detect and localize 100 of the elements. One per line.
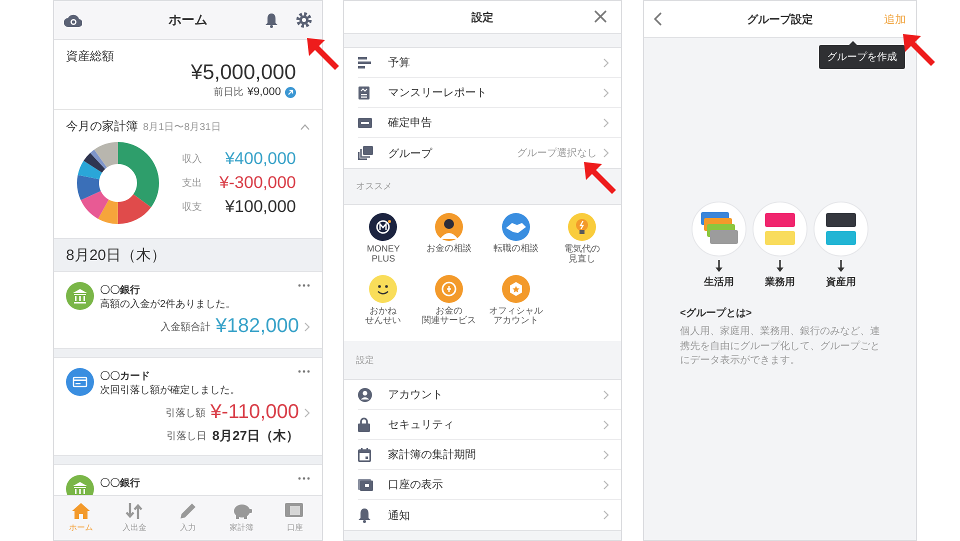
coin-icon (435, 275, 464, 303)
arrow-down-icon (776, 260, 784, 272)
about-text: 個人用、家庭用、業務用、銀行のみなど、連携先を自由にグループ化して、グループごとにデータ表示ができます。 (680, 325, 880, 368)
date-label: 引落し日 (166, 430, 206, 443)
menu-item[interactable]: アカウント (358, 380, 621, 410)
period-label: 8月1日〜8月31日 (143, 121, 221, 134)
shortcut-item[interactable]: オフィシャル アカウント (482, 275, 549, 335)
document-icon (358, 86, 370, 100)
person-icon (435, 213, 464, 241)
bell-icon (358, 508, 371, 522)
card-stack-drawing (752, 201, 808, 257)
more-icon[interactable] (298, 477, 310, 480)
back-icon[interactable] (654, 12, 662, 26)
debit-date: 8月27日（木） (212, 427, 299, 445)
smiley-icon (369, 275, 398, 303)
chevron-right-icon (603, 450, 609, 460)
notification-card[interactable]: 〇〇銀行 (54, 464, 322, 495)
bank-icon (66, 282, 94, 310)
amount-label: 入金額合計 (160, 320, 211, 334)
date-heading: 8月20日（木） (66, 246, 166, 264)
chevron-right-icon (603, 118, 609, 128)
notification-card[interactable]: 〇〇カード 次回引落し額が確定しました。 引落し額 ¥-110,000 引落し日 8月27日（木） (54, 357, 322, 456)
logo-icon (369, 213, 398, 241)
shortcut-item[interactable]: 電気代の 見直し (548, 213, 615, 273)
bell-icon[interactable] (265, 12, 278, 28)
notification-message: 高額の入金が2件ありました。 (100, 298, 237, 311)
shortcut-item[interactable]: おかね せんせい (350, 275, 416, 335)
shortcut-item[interactable]: お金の相談 (416, 213, 482, 273)
group-label: 業務用 (765, 276, 795, 289)
wallet-icon (358, 478, 373, 490)
card-stack-drawing (691, 201, 747, 257)
pencil-icon (180, 503, 196, 519)
menu-item[interactable]: グループ グループ選択なし (358, 138, 621, 168)
arrow-icon (582, 160, 618, 196)
notification-message: 次回引落し額が確定しました。 (100, 384, 241, 397)
handshake-icon (502, 213, 530, 241)
arrow-up-right-icon (285, 86, 296, 98)
account-name: 〇〇銀行 (100, 476, 141, 490)
home-icon (72, 503, 90, 519)
shortcut-item[interactable]: お金の 関連サービス (416, 275, 482, 335)
about-title: <グループとは> (680, 308, 752, 319)
chevron-right-icon (603, 420, 609, 430)
budget-label: 収入 (182, 152, 202, 166)
change-amount: ¥9,000 (247, 86, 281, 98)
screen-title: グループ設定 (747, 12, 813, 26)
screen-title: 設定 (472, 10, 494, 24)
notification-amount: ¥182,000 (216, 315, 299, 338)
menu-item[interactable]: 確定申告 (358, 108, 621, 138)
account-name: 〇〇カード (100, 370, 151, 383)
budget-label: 支出 (182, 176, 202, 190)
chevron-up-icon[interactable] (300, 124, 310, 130)
card-stack-drawing (813, 201, 869, 257)
swap-arrows-icon (125, 503, 144, 519)
cloud-icon (64, 14, 82, 26)
arrow-down-icon (837, 260, 845, 272)
budget-amount: ¥400,000 (225, 149, 296, 169)
menu-item[interactable]: マンスリーレポート (358, 78, 621, 108)
lock-icon (358, 417, 370, 432)
section-title: オススメ (356, 180, 392, 193)
chevron-right-icon (603, 510, 609, 520)
more-icon[interactable] (298, 284, 310, 287)
amount-label: 引落し額 (165, 406, 206, 420)
account-icon (358, 388, 372, 402)
piggy-bank-icon (232, 503, 252, 519)
arrow-icon (901, 32, 937, 68)
notification-card[interactable]: 〇〇銀行 高額の入金が2件ありました。 入金額合計 ¥182,000 (54, 271, 322, 349)
shortcut-item[interactable]: 転職の相談 (482, 213, 549, 273)
stacked-squares-icon (358, 146, 373, 160)
tax-tag-icon (358, 118, 372, 128)
chevron-right-icon (603, 390, 609, 400)
menu-item[interactable]: セキュリティ (358, 410, 621, 440)
chevron-right-icon (603, 148, 609, 158)
settings-icon[interactable] (296, 12, 312, 28)
chevron-right-icon (603, 480, 609, 490)
notification-amount: ¥-110,000 (210, 401, 299, 424)
chevron-right-icon (603, 58, 609, 68)
credit-card-icon (66, 368, 94, 396)
chevron-right-icon (603, 88, 609, 98)
arrow-icon (305, 36, 341, 72)
section-title: 今月の家計簿 (66, 118, 138, 135)
bars-icon (358, 56, 372, 68)
budget-amount: ¥100,000 (225, 197, 296, 217)
group-label: 資産用 (826, 275, 856, 289)
account-name: 〇〇銀行 (100, 284, 141, 297)
budget-label: 収支 (182, 200, 202, 214)
lightbulb-icon (568, 213, 596, 241)
assets-label: 資産総額 (66, 48, 115, 65)
section-title: 設定 (356, 354, 374, 366)
shortcut-item[interactable]: MONEY PLUS (350, 213, 416, 273)
total-assets-amount: ¥5,000,000 (190, 61, 296, 85)
close-icon[interactable] (594, 10, 607, 23)
menu-item[interactable]: 通知 (358, 500, 621, 530)
screen-title: ホーム (168, 11, 208, 29)
more-icon[interactable] (298, 370, 310, 373)
calendar-icon (358, 448, 371, 462)
menu-item[interactable]: 予算 (358, 48, 621, 78)
menu-item[interactable]: 家計簿の集計期間 (358, 440, 621, 470)
change-label: 前日比 (213, 86, 244, 99)
menu-item[interactable]: 口座の表示 (358, 470, 621, 500)
group-label: 生活用 (704, 276, 734, 289)
